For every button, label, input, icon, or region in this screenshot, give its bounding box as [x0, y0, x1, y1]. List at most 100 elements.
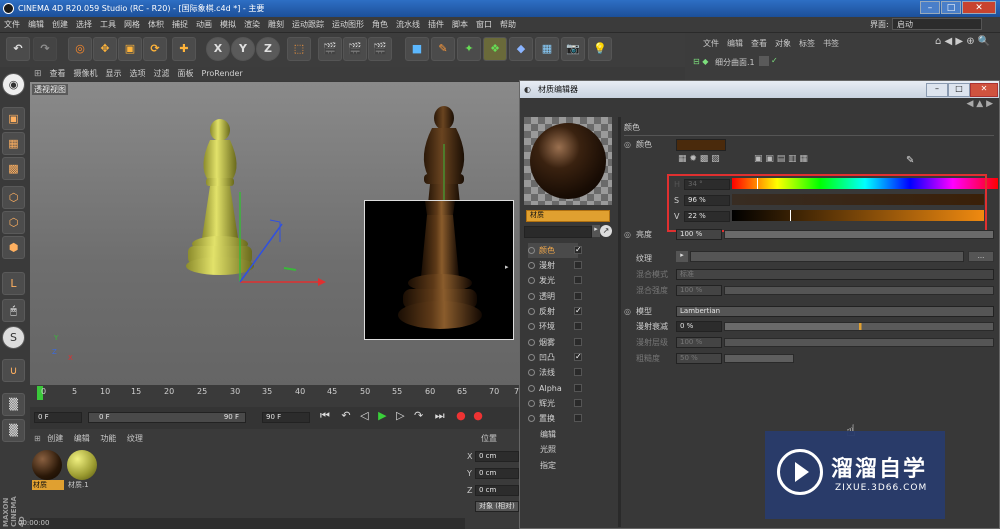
render-region-arrow-icon[interactable]: ▸: [505, 263, 509, 271]
frame-range-slider[interactable]: 0 F 90 F: [88, 412, 246, 423]
om-enabled-icon[interactable]: ✓: [771, 56, 778, 65]
autokey-icon[interactable]: ●: [473, 409, 483, 422]
camera-icon[interactable]: 📷: [561, 37, 585, 61]
mm-menu-edit[interactable]: 编辑: [74, 434, 90, 443]
viewport-menu-view[interactable]: 查看: [46, 67, 70, 81]
viewport-menu-filter[interactable]: 过滤: [150, 67, 174, 81]
transform-gizmo[interactable]: [210, 182, 340, 292]
channel-displacement[interactable]: 置换: [528, 411, 582, 426]
channel-bump[interactable]: 凹凸 ✓: [528, 350, 582, 365]
texture-arrow-icon[interactable]: ▸: [676, 251, 688, 262]
workplane-mode-icon[interactable]: ▩: [2, 157, 25, 180]
go-to-start-icon[interactable]: ⏮: [320, 409, 330, 422]
scale-icon[interactable]: ▣: [118, 37, 142, 61]
channel-editor[interactable]: 编辑: [540, 427, 556, 442]
viewport-menu-display[interactable]: 显示: [102, 67, 126, 81]
menu-volume[interactable]: 体积: [144, 17, 168, 32]
make-editable-icon[interactable]: ◉: [2, 73, 25, 96]
redo-icon[interactable]: ↷: [33, 37, 57, 61]
coords-mode-select[interactable]: 对象 (相对): [475, 501, 519, 512]
menu-animate[interactable]: 动画: [192, 17, 216, 32]
start-frame-field[interactable]: 0 F: [34, 412, 82, 423]
channel-transparency[interactable]: 透明: [528, 289, 582, 304]
pen-icon[interactable]: ✎: [431, 37, 455, 61]
workplane-icon[interactable]: ▒: [2, 419, 25, 442]
render-to-picture-viewer-icon[interactable]: 🎬: [343, 37, 367, 61]
texture-browse-button[interactable]: ...: [968, 251, 994, 262]
render-view-icon[interactable]: 🎬: [318, 37, 342, 61]
me-close-button[interactable]: ✕: [970, 83, 998, 97]
color-mode-icons[interactable]: ▦ ✹ ▩ ▨ ▣ ▣ ▤ ▥ ▦: [678, 154, 808, 164]
maximize-button[interactable]: □: [941, 1, 961, 14]
material-thumb[interactable]: 材质: [32, 450, 64, 494]
coordinate-system-icon[interactable]: ⬚: [287, 37, 311, 61]
brightness-field[interactable]: 100 %: [676, 229, 722, 240]
menu-plugins[interactable]: 插件: [424, 17, 448, 32]
x-axis-lock-button[interactable]: X: [206, 37, 230, 61]
mm-menu-create[interactable]: 创建: [47, 434, 63, 443]
play-icon[interactable]: ▶: [378, 409, 386, 422]
floor-icon[interactable]: ▦: [535, 37, 559, 61]
eyedropper-icon[interactable]: ✎: [906, 155, 914, 166]
material-preview[interactable]: [524, 117, 612, 205]
edit-render-settings-icon[interactable]: 🎬: [368, 37, 392, 61]
viewport-menu-options[interactable]: 选项: [126, 67, 150, 81]
viewport-menu-panel[interactable]: 面板: [174, 67, 198, 81]
undo-icon[interactable]: ↶: [6, 37, 30, 61]
menu-mograph[interactable]: 运动图形: [328, 17, 368, 32]
me-nav-icons[interactable]: ◀ ▲ ▶: [620, 99, 999, 111]
preview-options-icon[interactable]: ↗: [600, 225, 612, 237]
position-z-field[interactable]: 0 cm: [475, 485, 519, 496]
menu-tools[interactable]: 工具: [96, 17, 120, 32]
next-key-icon[interactable]: ↷: [414, 409, 423, 422]
magnet-icon[interactable]: ∪: [2, 359, 25, 382]
texture-mode-icon[interactable]: ▦: [2, 132, 25, 155]
layout-select[interactable]: 启动: [892, 18, 982, 30]
channel-color[interactable]: 颜色 ✓: [528, 243, 582, 258]
edges-mode-icon[interactable]: ⬡: [2, 211, 25, 234]
menu-create[interactable]: 创建: [48, 17, 72, 32]
channel-illumination[interactable]: 光照: [540, 442, 556, 457]
z-axis-lock-button[interactable]: Z: [256, 37, 280, 61]
y-axis-lock-button[interactable]: Y: [231, 37, 255, 61]
menu-mesh[interactable]: 网格: [120, 17, 144, 32]
material-name-field[interactable]: 材质: [526, 210, 610, 222]
mm-grid-icon[interactable]: ⊞: [34, 434, 41, 443]
texture-slot[interactable]: [690, 251, 964, 262]
menu-render[interactable]: 渲染: [240, 17, 264, 32]
color-swatch[interactable]: [676, 139, 726, 151]
axis-mode-icon[interactable]: L: [2, 272, 25, 295]
previous-frame-icon[interactable]: ◁: [360, 409, 368, 422]
roughness-field[interactable]: 50 %: [676, 353, 722, 364]
array-icon[interactable]: ❖: [483, 37, 507, 61]
timeline-ruler[interactable]: 0 5 10 15 20 25 30 35 40 45 50 55 60 65 …: [30, 385, 524, 407]
menu-script[interactable]: 脚本: [448, 17, 472, 32]
om-item-name[interactable]: 细分曲面.1: [715, 57, 755, 68]
subdivision-surface-icon[interactable]: ✦: [457, 37, 481, 61]
diffuse-falloff-field[interactable]: 0 %: [676, 321, 722, 332]
brightness-slider[interactable]: [724, 230, 994, 239]
viewport-nav-icons[interactable]: ⊞: [30, 67, 46, 81]
cube-icon[interactable]: ■: [405, 37, 429, 61]
snap-icon[interactable]: S: [2, 326, 25, 349]
channel-diffusion[interactable]: 漫射: [528, 258, 582, 273]
menu-snap[interactable]: 捕捉: [168, 17, 192, 32]
channel-glow[interactable]: 辉光: [528, 396, 582, 411]
blend-strength-slider[interactable]: [724, 286, 994, 295]
move-icon[interactable]: ✥: [93, 37, 117, 61]
menu-sculpt[interactable]: 雕刻: [264, 17, 288, 32]
channel-normal[interactable]: 法线: [528, 365, 582, 380]
menu-help[interactable]: 帮助: [496, 17, 520, 32]
blend-strength-field[interactable]: 100 %: [676, 285, 722, 296]
next-frame-icon[interactable]: ▷: [396, 409, 404, 422]
brown-bishop-model[interactable]: [400, 104, 490, 204]
mm-menu-function[interactable]: 功能: [100, 434, 116, 443]
om-menu-bookmarks[interactable]: 书签: [823, 39, 839, 48]
position-y-field[interactable]: 0 cm: [475, 468, 519, 479]
tweak-mode-icon[interactable]: 🖱: [2, 299, 25, 322]
channel-fog[interactable]: 烟雾: [528, 335, 582, 350]
channel-environment[interactable]: 环境: [528, 319, 582, 334]
interactive-render-region[interactable]: ▸: [364, 200, 514, 340]
record-icon[interactable]: ●: [456, 409, 466, 422]
menu-window[interactable]: 窗口: [472, 17, 496, 32]
